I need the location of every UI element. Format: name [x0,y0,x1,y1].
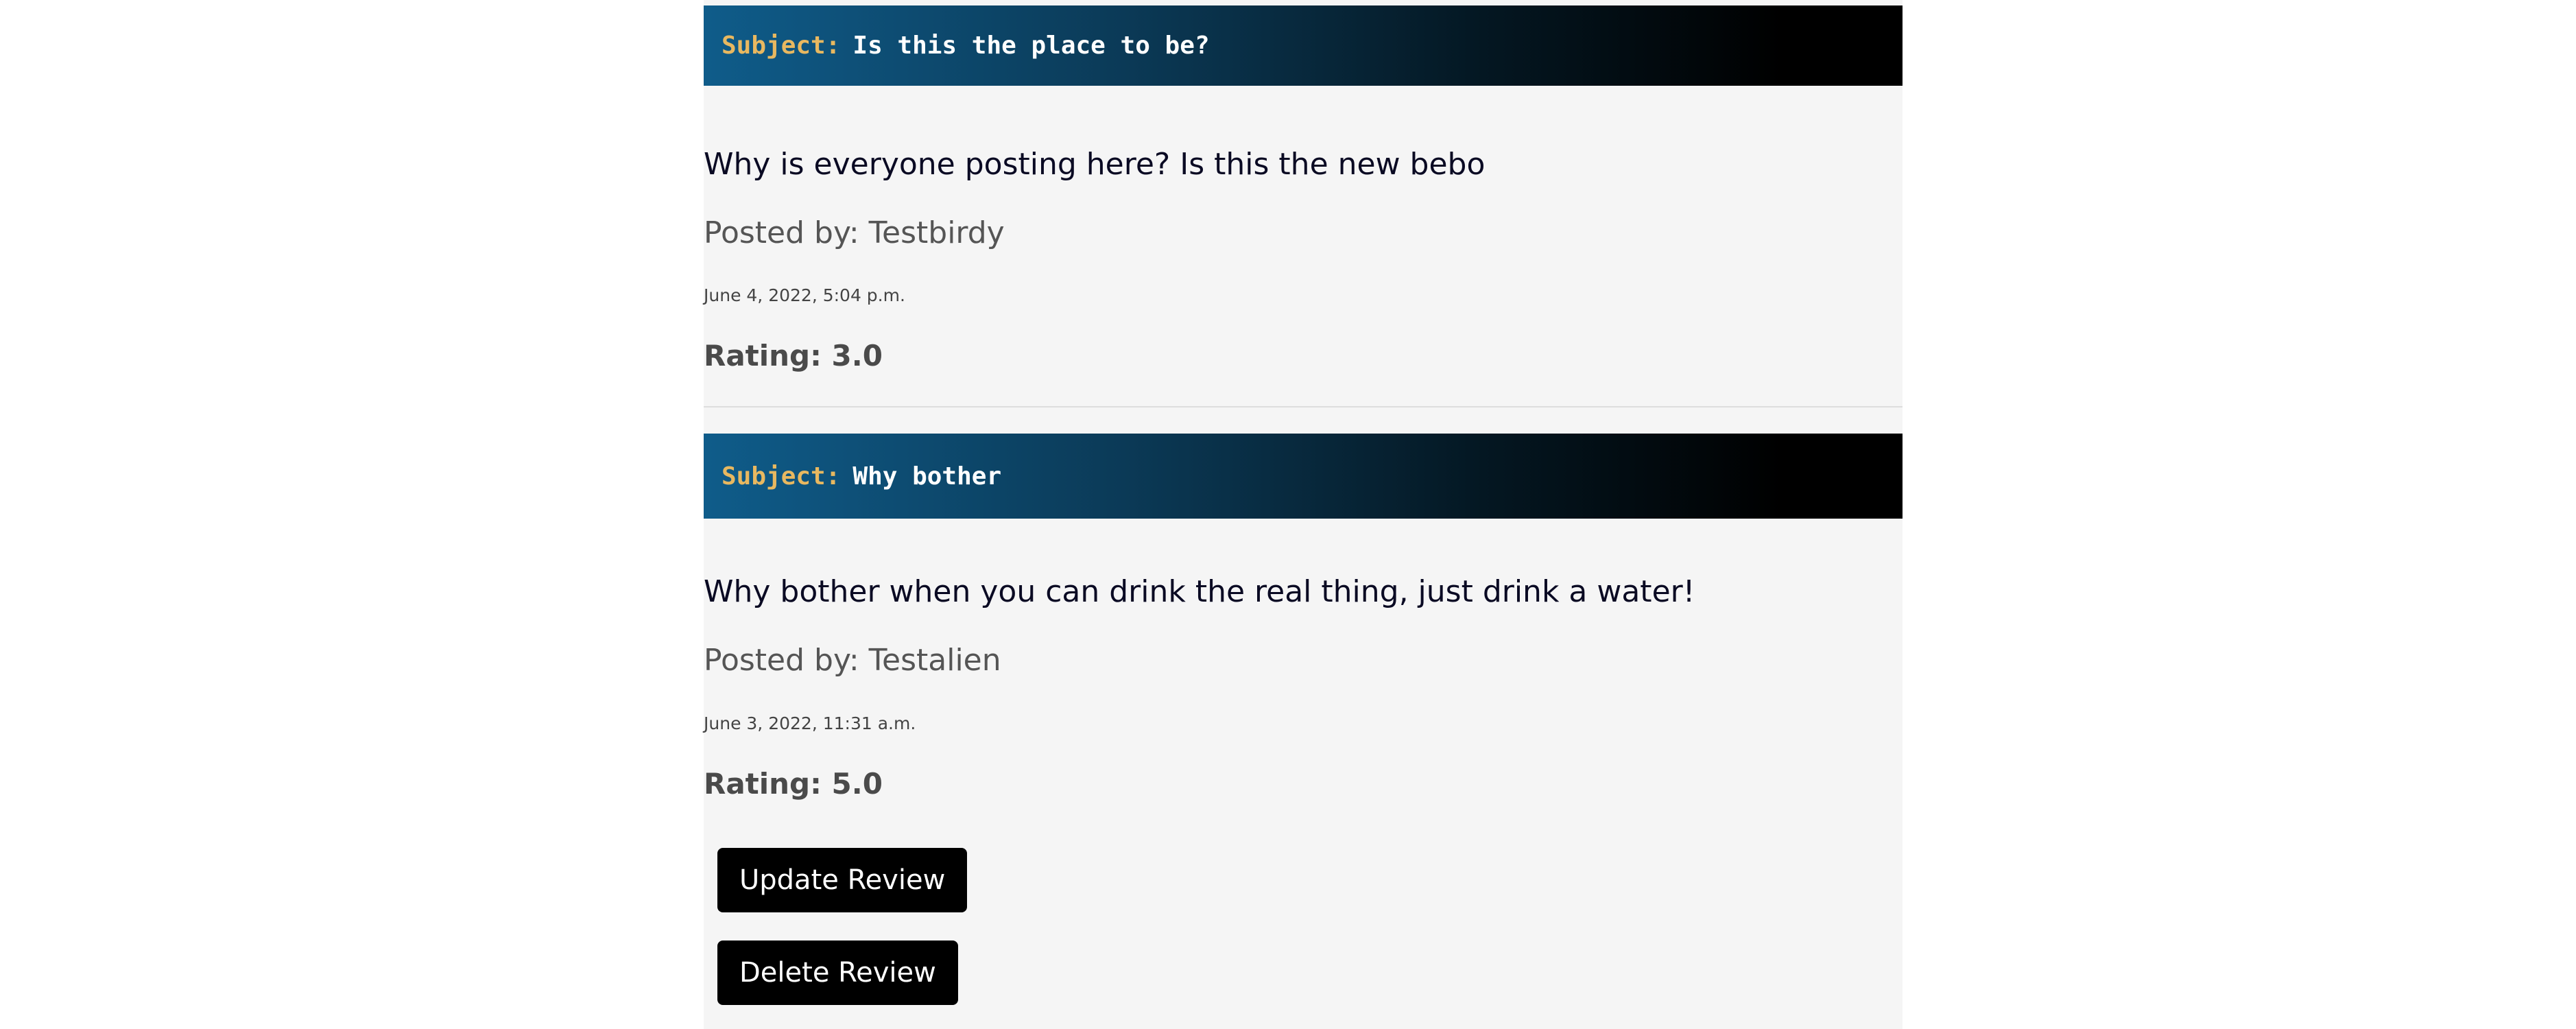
review-card: Subject: Is this the place to be? Why is … [704,5,1903,407]
review-subject-bar: Subject: Is this the place to be? [704,5,1903,86]
subject-text: Is this the place to be? [852,32,1210,60]
subject-text: Why bother [852,462,1002,490]
review-date: June 4, 2022, 5:04 p.m. [704,285,905,305]
subject-label: Subject: [721,462,841,490]
review-rating: Rating: 3.0 [704,339,883,372]
review-author: Posted by: Testalien [704,643,1001,678]
subject-label: Subject: [721,32,841,60]
review-body: Why is everyone posting here? Is this th… [704,147,1486,182]
review-subject-bar: Subject: Why bother [704,434,1903,519]
review-body: Why bother when you can drink the real t… [704,574,1695,609]
review-author: Posted by: Testbirdy [704,215,1005,250]
review-card: Subject: Why bother Why bother when you c… [704,434,1903,1005]
review-rating: Rating: 5.0 [704,767,883,801]
reviews-column: Subject: Is this the place to be? Why is … [704,0,1903,1029]
review-date: June 3, 2022, 11:31 a.m. [704,713,916,733]
delete-review-button[interactable]: Delete Review [717,941,958,1005]
update-review-button[interactable]: Update Review [717,848,968,912]
